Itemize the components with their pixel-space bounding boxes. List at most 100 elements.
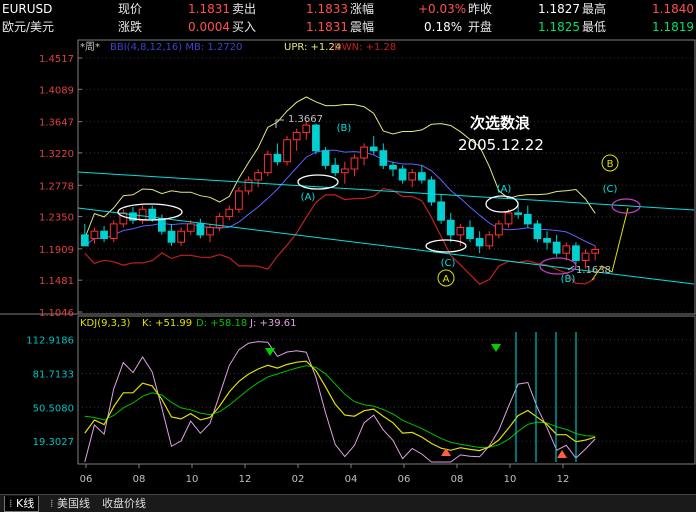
tab-kline[interactable]: ⁞ K线 (4, 496, 40, 512)
quote-value: 1.1831 (306, 20, 348, 34)
quote-label: 震幅 (350, 20, 375, 34)
x-tick-label: 08 (451, 474, 464, 485)
y-tick-label: 1.2778 (39, 181, 74, 192)
kdj-k-label: K: +51.99 (142, 318, 192, 329)
candle-body (437, 201, 445, 221)
candle-body (312, 124, 320, 152)
quote-label: 开盘 (468, 20, 493, 34)
quote-label: 最低 (582, 20, 607, 34)
candle-body (485, 234, 494, 247)
bbi-label: BBI(4,8,12,16) MB: 1.2720 (110, 42, 242, 53)
x-tick-label: 06 (80, 474, 93, 485)
candle-body (109, 223, 118, 240)
candle-body (360, 146, 368, 159)
candle-body (533, 223, 542, 240)
candle-body (100, 230, 108, 240)
quote-label: 昨收 (468, 2, 493, 16)
candle-body (206, 227, 214, 236)
x-tick-label: 12 (239, 474, 252, 485)
candle-body (466, 227, 474, 240)
period-label: *周* (80, 41, 100, 53)
quote-value: 1.1825 (538, 20, 580, 34)
candle-body (340, 168, 349, 174)
annotation-date: 2005.12.22 (458, 136, 544, 154)
y-tick-label: 1.1481 (39, 276, 74, 287)
candle-body (495, 223, 503, 236)
candle-body (591, 249, 600, 254)
candle-body (389, 164, 397, 170)
candle-body (119, 212, 128, 225)
candle-body (292, 131, 301, 141)
annotation-title: 次选数浪 (470, 114, 530, 132)
tab-label: K线 (16, 497, 35, 510)
kdj-d-label: D: +58.18 (196, 318, 247, 329)
candle-body (427, 179, 436, 203)
tab-grip-icon: ⁞ (50, 497, 57, 510)
candle-body (196, 223, 205, 236)
candle-body (167, 230, 176, 243)
candle-body (90, 230, 99, 240)
candle-body (417, 172, 426, 181)
x-tick-label: 12 (557, 474, 570, 485)
candle-body (504, 212, 513, 225)
wave-label: B (607, 159, 614, 170)
quote-value: 1.1827 (538, 2, 580, 16)
candle-body (138, 208, 147, 221)
candle-body (581, 252, 590, 261)
kdj-y-tick-label: 50.5080 (33, 403, 74, 414)
candle-body (302, 124, 311, 133)
y-tick-label: 1.3220 (39, 149, 74, 160)
dwn-label: DWN: +1.28 (334, 42, 396, 53)
candle-body (157, 218, 166, 232)
quote-value: 1.1833 (306, 2, 348, 16)
quote-header: EURUSD 欧元/美元 现价 1.1831 卖出 1.1833 涨幅 +0.0… (0, 0, 696, 37)
y-tick-label: 1.3647 (39, 118, 74, 129)
quote-value: 0.0004 (188, 20, 230, 34)
symbol: EURUSD (2, 2, 53, 16)
wave-label: (B) (561, 274, 576, 285)
y-tick-label: 1.4517 (39, 54, 74, 65)
quote-label: 涨跌 (118, 20, 143, 34)
y-tick-label: 1.1909 (39, 245, 74, 256)
candle-body (350, 157, 359, 170)
quote-value: 1.1831 (188, 2, 230, 16)
candle-body (514, 212, 523, 215)
candle-body (456, 227, 465, 236)
wave-label: (A) (301, 192, 316, 203)
candle-body (543, 238, 551, 243)
quote-label: 涨幅 (350, 2, 375, 16)
quote-value: +0.03% (418, 2, 467, 16)
candle-body (369, 146, 378, 152)
quote-value: 1.1840 (652, 2, 694, 16)
kdj-y-tick-label: 19.3027 (33, 437, 74, 448)
x-tick-label: 02 (292, 474, 305, 485)
candle-body (225, 208, 234, 218)
tab-close-line[interactable]: 收盘价线 (98, 496, 150, 511)
tab-us-line[interactable]: ⁞ 美国线 (46, 496, 94, 511)
candle-body (254, 172, 263, 181)
candle-body (475, 238, 484, 247)
x-tick-label: 10 (186, 474, 199, 485)
y-tick-label: 1.1046 (39, 308, 74, 319)
high-price-label: 1.3667 (288, 114, 323, 125)
candle-body (235, 190, 243, 210)
chart-area[interactable]: *周* BBI(4,8,12,16) MB: 1.2720 UPR: +1.24… (0, 36, 696, 494)
tab-grip-icon: ⁞ (9, 497, 16, 510)
candle-body (321, 150, 330, 166)
quote-label: 最高 (582, 2, 607, 16)
quote-label: 买入 (232, 20, 257, 34)
kdj-label: KDJ(9,3,3) (80, 318, 131, 329)
kdj-j-label: J: +39.61 (249, 318, 297, 329)
candle-body (80, 234, 89, 247)
candle-body (186, 223, 195, 232)
y-tick-label: 1.2350 (39, 213, 74, 224)
candle-body (572, 245, 580, 261)
symbol-name: 欧元/美元 (2, 20, 55, 34)
quote-value: 1.1819 (652, 20, 694, 34)
candle-body (331, 164, 340, 174)
x-tick-label: 10 (504, 474, 517, 485)
wave-label: (A) (497, 184, 512, 195)
upr-label: UPR: +1.24 (284, 42, 341, 53)
candle-body (177, 230, 185, 243)
candle-body (446, 219, 455, 236)
